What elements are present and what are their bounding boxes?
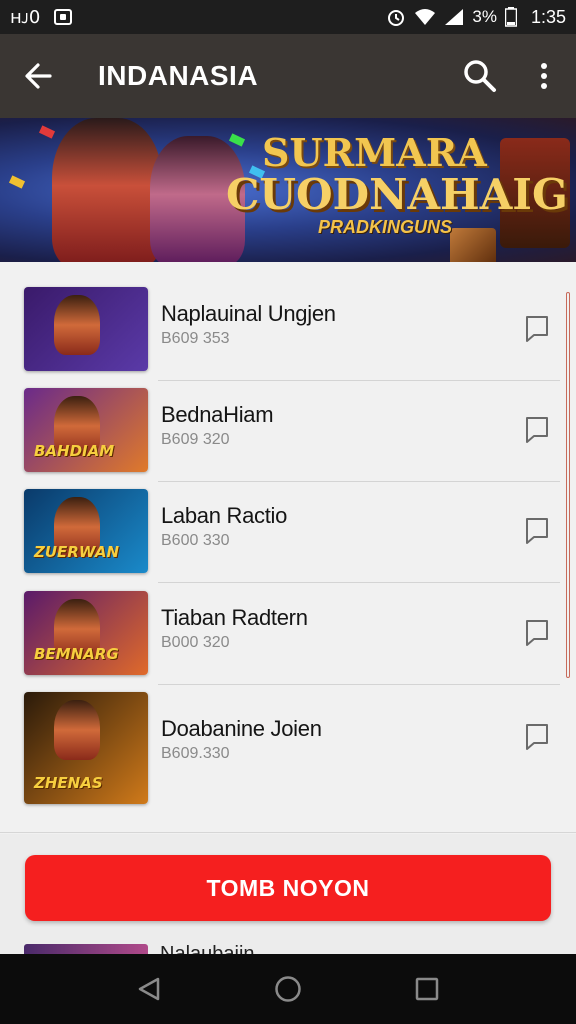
item-divider (158, 684, 560, 685)
bookmark-icon[interactable] (524, 618, 550, 648)
home-circle-icon (275, 976, 301, 1002)
item-divider (158, 582, 560, 583)
game-thumbnail[interactable]: ZHENAS (24, 692, 148, 804)
banner-subtitle: PRADKINGUNS (318, 217, 453, 237)
thumbnail-logo-text: ZHENAS (34, 774, 103, 792)
thumbnail-character (54, 700, 100, 760)
item-subtitle: B600 330 (161, 532, 230, 549)
status-bar: ʜᴊ0 3% 1:35 (0, 0, 576, 34)
primary-action-button[interactable]: TOMB NOYON (25, 855, 551, 921)
game-thumbnail[interactable]: ZUERWAN (24, 489, 148, 573)
search-icon (464, 60, 496, 92)
nav-recents-button[interactable] (397, 959, 457, 1019)
signal-icon (445, 9, 464, 25)
more-vert-icon (541, 63, 547, 89)
nav-home-button[interactable] (258, 959, 318, 1019)
banner-title-line2: CUODNAHAIG (226, 170, 568, 219)
alarm-icon (388, 10, 405, 26)
game-thumbnail[interactable] (24, 287, 148, 371)
thumbnail-logo-text: BAHDIAM (34, 442, 115, 460)
bookmark-icon[interactable] (524, 415, 550, 445)
back-arrow-icon (25, 63, 52, 89)
page-title: INDANASIA (98, 60, 259, 91)
bookmark-icon[interactable] (524, 722, 550, 752)
item-title: Naplauinal Ungjen (161, 301, 336, 326)
item-subtitle: B609 320 (161, 431, 230, 448)
next-item-name: Nalaubaiin (160, 944, 290, 954)
thumbnail-logo-text: BEMNARG (34, 645, 119, 663)
thumbnail-character (54, 295, 100, 355)
notification-icon (54, 9, 73, 25)
item-title: Tiaban Radtern (161, 605, 308, 630)
list-item[interactable]: ZUERWAN Laban Ractio B600 330 (24, 489, 560, 590)
search-button[interactable] (448, 34, 512, 118)
list-item[interactable]: BEMNARG Tiaban Radtern B000 320 (24, 591, 560, 692)
promo-banner[interactable]: SURMARA CUODNAHAIG PRADKINGUNS (0, 118, 576, 262)
more-options-button[interactable] (512, 34, 576, 118)
back-button[interactable] (0, 34, 76, 118)
back-triangle-icon (139, 977, 160, 1001)
game-thumbnail[interactable]: BAHDIAM (24, 388, 148, 472)
divider (0, 832, 576, 833)
next-item-thumbnail (24, 944, 148, 954)
list-item[interactable]: BAHDIAM BednaHiam B609 320 (24, 388, 560, 489)
item-subtitle: B609.330 (161, 745, 230, 762)
bookmark-icon[interactable] (524, 314, 550, 344)
item-title: Laban Ractio (161, 503, 288, 528)
system-nav-bar (0, 954, 576, 1024)
item-divider (158, 380, 560, 381)
clock: 1:35 (530, 6, 566, 27)
battery-icon (504, 7, 517, 27)
list-item[interactable]: Naplauinal Ungjen B609 353 (24, 287, 560, 388)
item-subtitle: B609 353 (161, 330, 230, 347)
item-title: Doabanine Joien (161, 716, 322, 741)
nav-back-button[interactable] (119, 959, 179, 1019)
thumbnail-logo-text: ZUERWAN (34, 543, 120, 561)
item-divider (158, 481, 560, 482)
app-bar: INDANASIA (0, 34, 576, 118)
wifi-icon (415, 9, 436, 25)
status-left-text: ʜᴊ0 (10, 6, 41, 28)
scrollbar[interactable] (566, 292, 570, 678)
recents-square-icon (415, 977, 438, 1001)
bookmark-icon[interactable] (524, 516, 550, 546)
banner-title-line1: SURMARA (262, 130, 487, 175)
list-item[interactable]: ZHENAS Doabanine Joien B609.330 (24, 692, 560, 804)
game-thumbnail[interactable]: BEMNARG (24, 591, 148, 675)
item-subtitle: B000 320 (161, 634, 230, 651)
item-title: BednaHiam (161, 402, 274, 427)
battery-percent: 3% (472, 7, 497, 26)
